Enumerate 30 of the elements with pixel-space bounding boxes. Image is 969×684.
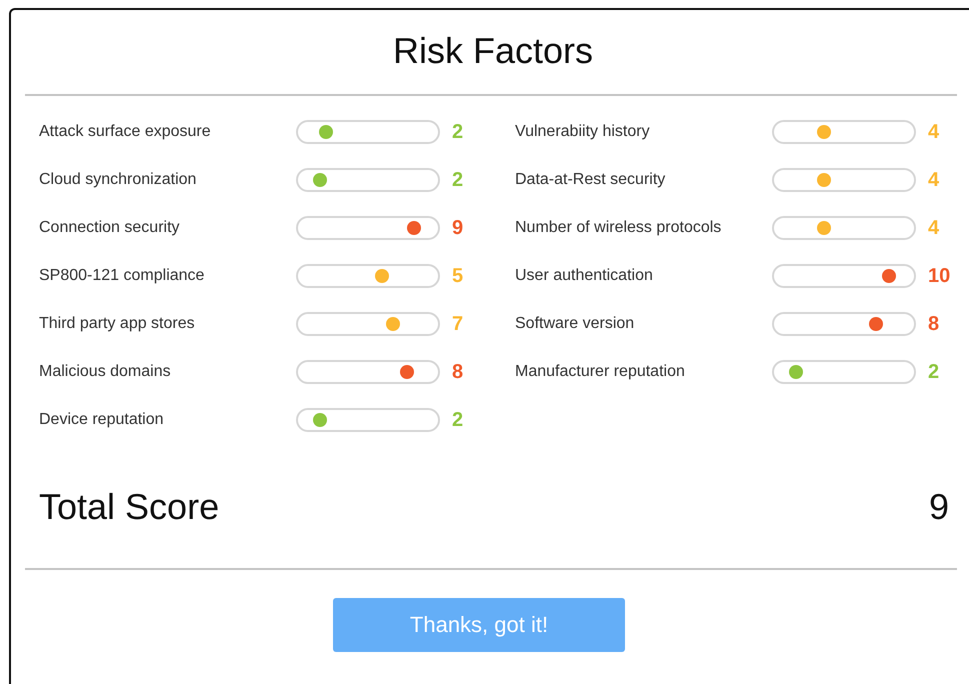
factor-label: Vulnerabiity history (515, 123, 651, 141)
dialog-title: Risk Factors (392, 30, 594, 72)
factor-label: Malicious domains (39, 363, 172, 381)
factor-score: 7 (452, 312, 464, 336)
factor-score: 4 (928, 168, 940, 192)
factor-score: 9 (452, 216, 464, 240)
thanks-button[interactable]: Thanks, got it! (333, 598, 625, 652)
factor-label: SP800-121 compliance (39, 267, 206, 285)
factor-score: 8 (452, 360, 464, 384)
factor-score: 2 (452, 408, 464, 432)
total-value: 9 (928, 486, 949, 528)
factor-score: 2 (928, 360, 940, 384)
factor-label: Attack surface exposure (39, 123, 212, 141)
factor-label: User authentication (515, 267, 654, 285)
factor-label: Third party app stores (39, 315, 196, 333)
factor-score: 2 (452, 120, 464, 144)
factor-score: 2 (452, 168, 464, 192)
factor-label: Software version (515, 315, 636, 333)
factor-label: Cloud synchronization (39, 171, 198, 189)
factor-label: Number of wireless protocols (515, 219, 722, 237)
total-label: Total Score (39, 486, 220, 528)
factor-label: Data-at-Rest security (515, 171, 666, 189)
factor-score: 4 (928, 120, 940, 144)
factor-label: Connection security (39, 219, 181, 237)
factor-score: 5 (452, 264, 464, 288)
factor-score: 10 (928, 264, 950, 288)
factor-score: 8 (928, 312, 940, 336)
factor-score: 4 (928, 216, 940, 240)
factor-label: Device reputation (39, 411, 165, 429)
factor-label: Manufacturer reputation (515, 363, 686, 381)
